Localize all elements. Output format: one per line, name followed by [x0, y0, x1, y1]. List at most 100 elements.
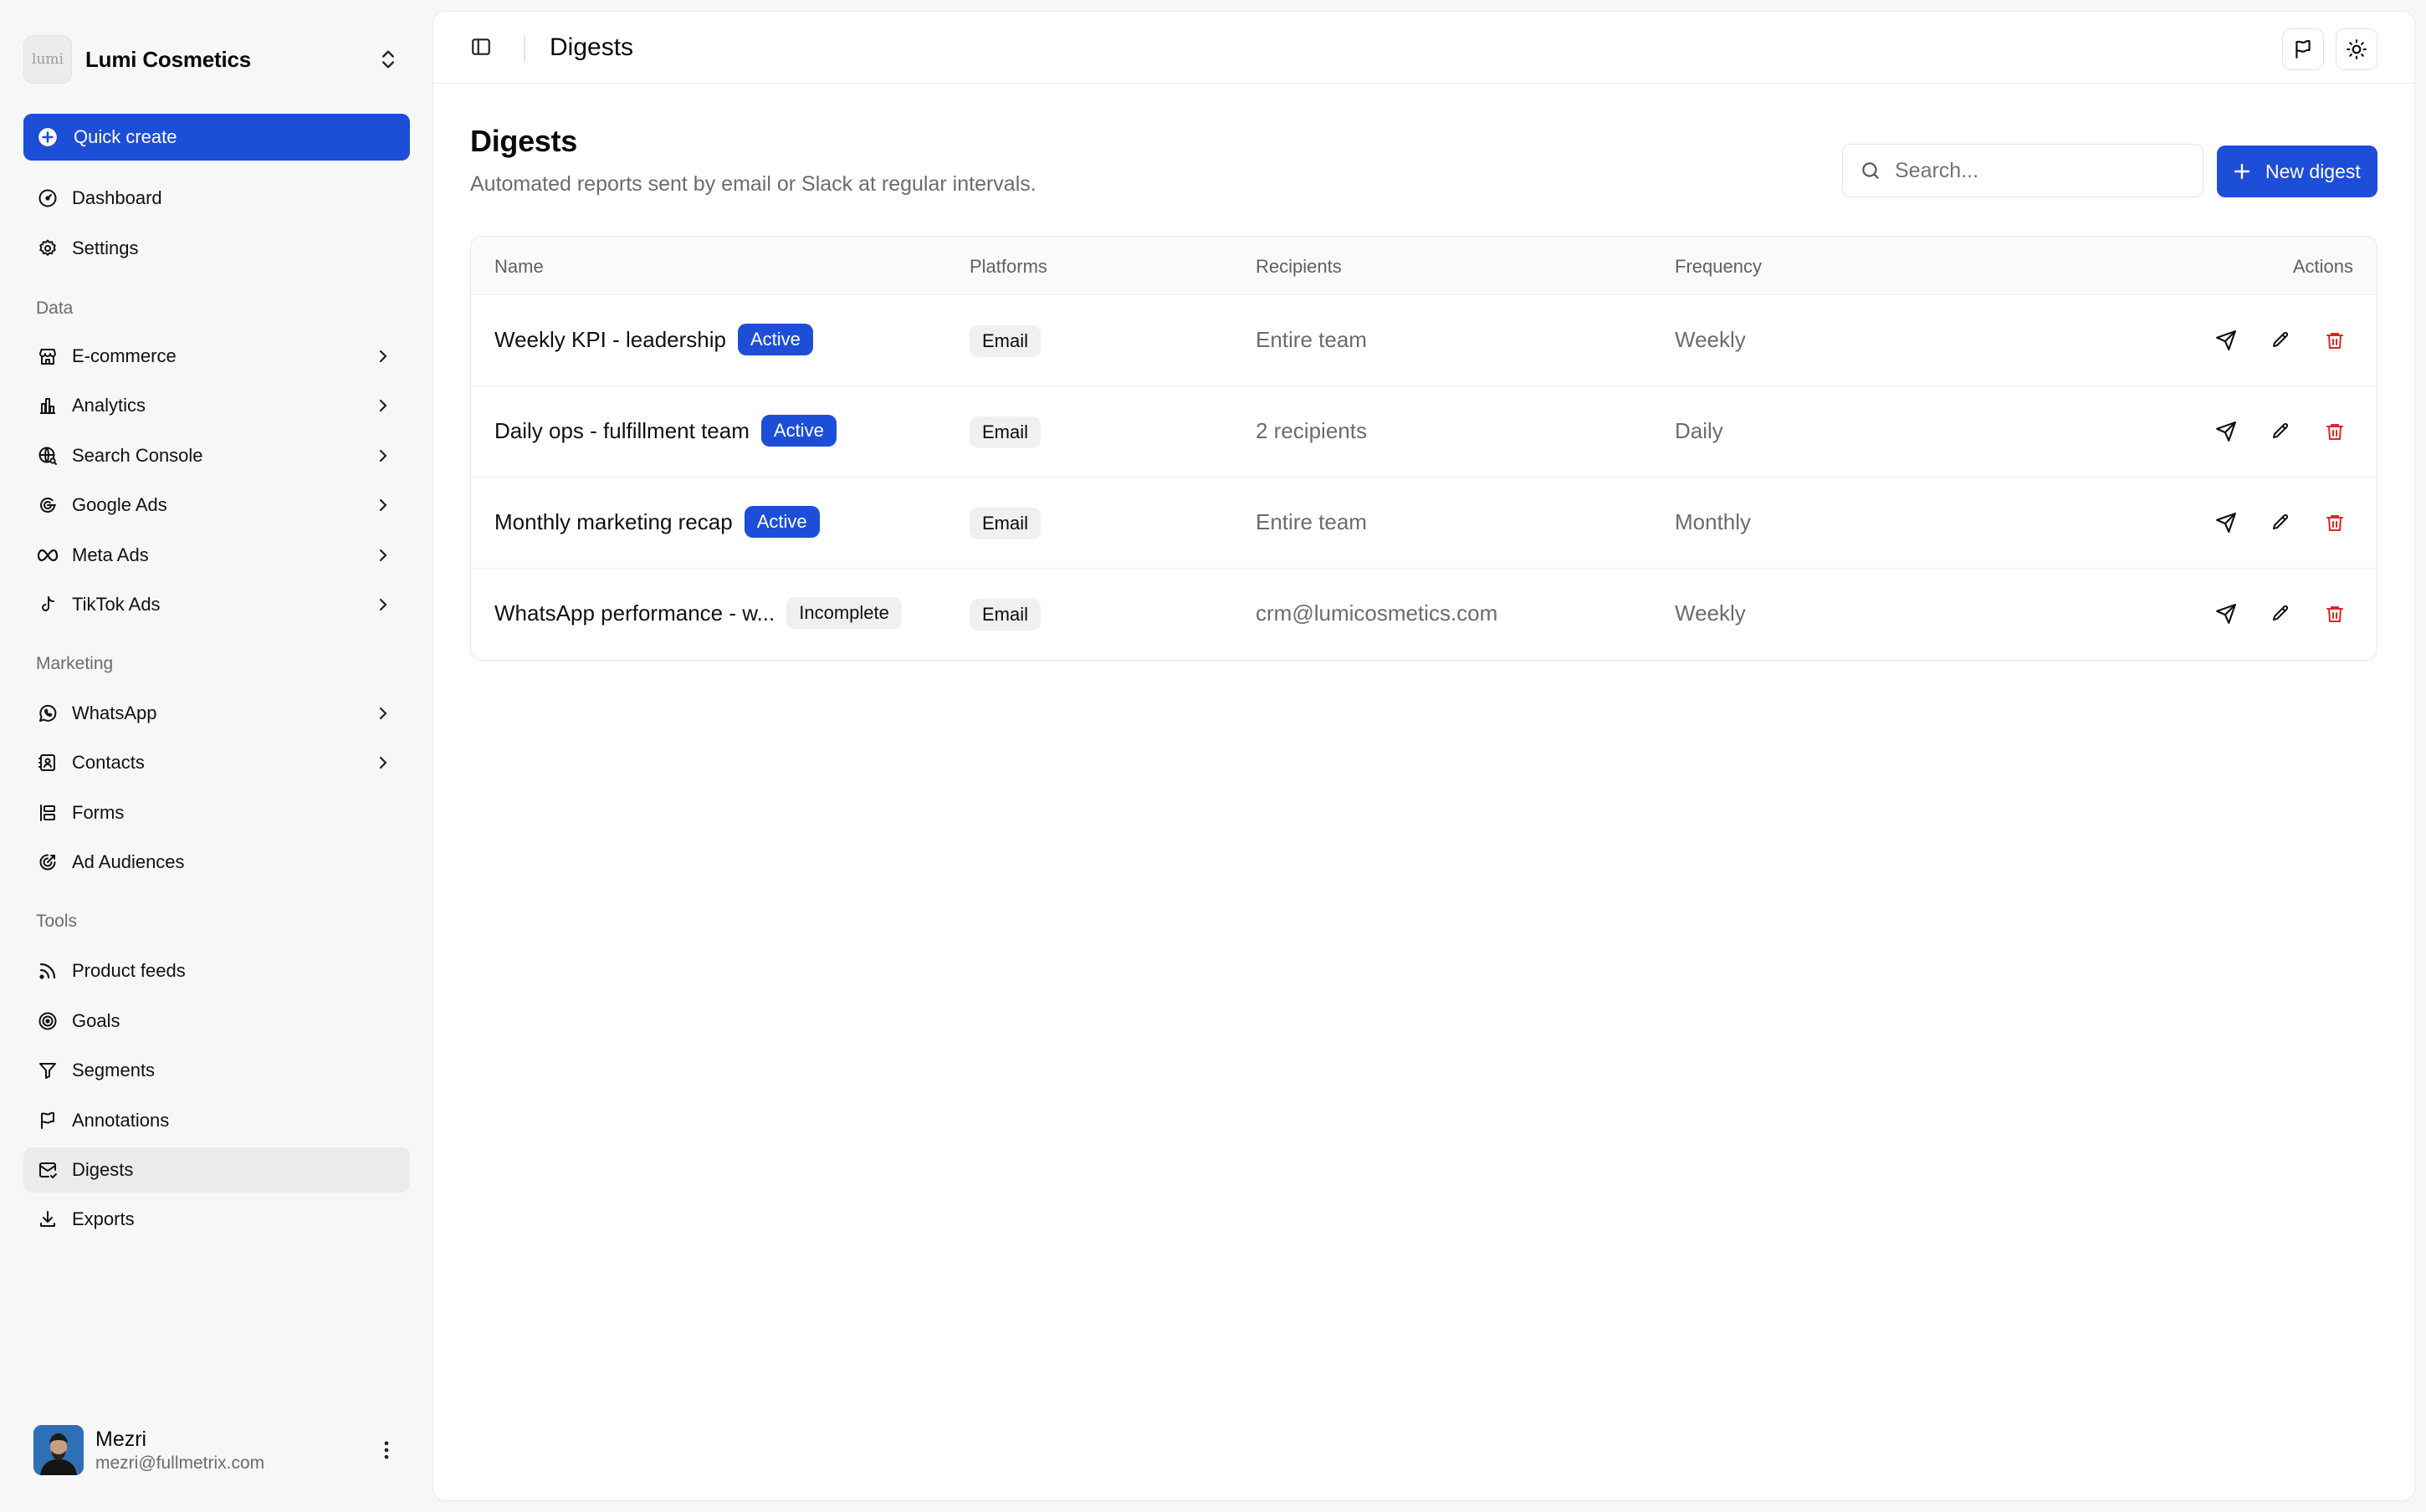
platform-badge: Email [970, 416, 1042, 448]
sidebar-item-label: Settings [72, 238, 139, 258]
table-row[interactable]: Daily ops - fulfillment team Active Emai… [471, 386, 2377, 478]
main-panel: Digests Digests Automated reports sent b… [433, 12, 2414, 1500]
tiktok-icon [37, 594, 59, 616]
sidebar-item-label: Google Ads [72, 494, 167, 515]
search-input[interactable] [1895, 158, 2196, 183]
status-badge: Active [760, 415, 837, 447]
mail-check-icon [37, 1159, 59, 1181]
sidebar-item-label: WhatsApp [72, 702, 157, 723]
sidebar-item-whatsapp[interactable]: WhatsApp [23, 691, 410, 736]
sidebar-item-ad-audiences[interactable]: Ad Audiences [23, 840, 410, 885]
sidebar-item-label: Digests [72, 1159, 134, 1180]
section-label-tools: Tools [36, 912, 78, 931]
topbar-divider [524, 35, 525, 62]
column-header-platforms[interactable]: Platforms [970, 256, 1047, 278]
send-icon[interactable] [2209, 415, 2243, 448]
digest-name-cell: Monthly marketing recap Active [494, 506, 820, 538]
search-icon [1860, 160, 1881, 181]
sidebar-item-label: Dashboard [72, 187, 162, 208]
edit-pencil-icon[interactable] [2264, 415, 2297, 448]
topbar: Digests [433, 12, 2414, 84]
send-icon[interactable] [2209, 506, 2243, 539]
more-vertical-icon[interactable] [375, 1438, 398, 1462]
send-icon[interactable] [2209, 597, 2243, 631]
page-title: Digests [470, 124, 577, 158]
edit-pencil-icon[interactable] [2264, 324, 2297, 357]
chevron-right-icon [373, 495, 393, 515]
trash-icon[interactable] [2318, 597, 2352, 631]
chevron-right-icon [373, 753, 393, 773]
frequency-cell: Weekly [1675, 327, 1746, 352]
sidebar-item-product-feeds[interactable]: Product feeds [23, 948, 410, 994]
row-actions [2188, 324, 2352, 357]
sidebar-item-ecommerce[interactable]: E-commerce [23, 334, 410, 379]
sidebar-item-google-ads[interactable]: Google Ads [23, 483, 410, 528]
edit-pencil-icon[interactable] [2264, 597, 2297, 631]
sidebar: lumi Lumi Cosmetics Quick create Dashboa… [0, 0, 433, 1512]
flag-icon [37, 1110, 59, 1131]
sidebar-item-label: Analytics [72, 395, 146, 416]
sidebar-item-label: Contacts [72, 752, 145, 773]
status-badge: Active [744, 506, 820, 538]
sidebar-item-label: E-commerce [72, 345, 177, 366]
workspace-switcher[interactable]: lumi Lumi Cosmetics [23, 32, 413, 87]
column-header-name[interactable]: Name [494, 256, 544, 278]
goal-icon [37, 1010, 59, 1032]
column-header-frequency[interactable]: Frequency [1675, 256, 1762, 278]
sidebar-item-tiktok-ads[interactable]: TikTok Ads [23, 582, 410, 627]
platform-badge: Email [970, 325, 1042, 357]
sidebar-item-segments[interactable]: Segments [23, 1048, 410, 1093]
user-menu-trigger[interactable]: Mezri mezri@fullmetrix.com [33, 1423, 410, 1477]
sidebar-item-meta-ads[interactable]: Meta Ads [23, 533, 410, 578]
sidebar-item-annotations[interactable]: Annotations [23, 1098, 410, 1143]
recipients-cell: Entire team [1256, 327, 1367, 352]
digest-name: WhatsApp performance - w... [494, 600, 775, 626]
quick-create-button[interactable]: Quick create [23, 114, 410, 161]
recipients-cell: Entire team [1256, 509, 1367, 534]
recipients-cell: 2 recipients [1256, 418, 1367, 443]
sidebar-item-label: Search Console [72, 445, 203, 466]
edit-pencil-icon[interactable] [2264, 506, 2297, 539]
sidebar-item-label: Exports [72, 1208, 135, 1229]
meta-icon [37, 544, 59, 566]
frequency-cell: Weekly [1675, 600, 1746, 626]
sidebar-item-digests[interactable]: Digests [23, 1147, 410, 1193]
annotations-button[interactable] [2282, 28, 2324, 70]
chevron-right-icon [373, 346, 393, 366]
sidebar-item-contacts[interactable]: Contacts [23, 740, 410, 785]
sidebar-item-forms[interactable]: Forms [23, 790, 410, 835]
row-actions [2188, 415, 2352, 448]
trash-icon[interactable] [2318, 415, 2352, 448]
column-header-actions: Actions [2292, 256, 2353, 277]
sidebar-item-settings[interactable]: Settings [23, 226, 410, 271]
platform-badge: Email [970, 599, 1042, 631]
sidebar-item-label: TikTok Ads [72, 594, 161, 615]
topbar-title: Digests [550, 33, 634, 61]
table-row[interactable]: WhatsApp performance - w... Incomplete E… [471, 569, 2377, 660]
sidebar-item-analytics[interactable]: Analytics [23, 383, 410, 428]
gear-icon [37, 238, 59, 259]
sidebar-item-dashboard[interactable]: Dashboard [23, 176, 410, 221]
avatar [33, 1425, 84, 1475]
plus-circle-icon [37, 126, 59, 148]
theme-toggle-button[interactable] [2336, 28, 2377, 70]
sidebar-item-label: Ad Audiences [72, 851, 185, 872]
trash-icon[interactable] [2318, 506, 2352, 539]
section-label-marketing: Marketing [36, 654, 114, 673]
search-field[interactable] [1842, 144, 2203, 197]
section-label-data: Data [36, 299, 74, 318]
column-header-recipients[interactable]: Recipients [1256, 256, 1342, 278]
sidebar-toggle-icon[interactable] [470, 36, 492, 58]
sidebar-item-goals[interactable]: Goals [23, 999, 410, 1044]
digest-name: Weekly KPI - leadership [494, 326, 726, 352]
sidebar-item-exports[interactable]: Exports [23, 1197, 410, 1242]
new-digest-button[interactable]: New digest [2217, 146, 2377, 197]
send-icon[interactable] [2209, 324, 2243, 357]
sidebar-item-label: Segments [72, 1060, 156, 1080]
trash-icon[interactable] [2318, 324, 2352, 357]
bar-chart-icon [37, 395, 59, 416]
table-row[interactable]: Weekly KPI - leadership Active Email Ent… [471, 295, 2377, 386]
table-row[interactable]: Monthly marketing recap Active Email Ent… [471, 478, 2377, 569]
filter-icon [37, 1060, 59, 1081]
sidebar-item-search-console[interactable]: Search Console [23, 433, 410, 478]
